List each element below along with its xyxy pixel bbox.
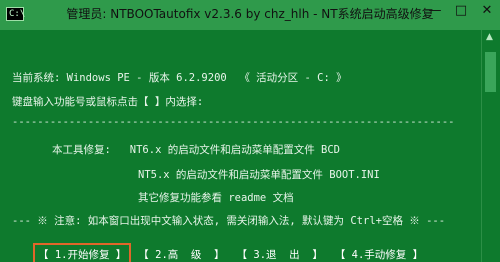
window-controls: — □ ✕	[422, 0, 500, 30]
tool-desc-line-1: 本工具修复: NT6.x 的启动文件和启动菜单配置文件 BCD	[52, 144, 341, 156]
action-menu: 【 1.开始修复 】 【 2.高 级 】 【 3.退 出 】 【 4.手动修复 …	[32, 243, 425, 262]
console-output: 当前系统: Windows PE - 版本 6.2.9200 《 活动分区 - …	[0, 30, 482, 262]
title-bar[interactable]: C:\ 管理员: NTBOOTautofix v2.3.6 by chz_hlh…	[0, 0, 500, 30]
menu-start-repair[interactable]: 【 1.开始修复 】	[32, 243, 132, 262]
tool-desc-line-3: 其它修复功能参看 readme 文档	[138, 192, 294, 204]
close-button[interactable]: ✕	[474, 0, 500, 22]
system-info-line: 当前系统: Windows PE - 版本 6.2.9200 《 活动分区 - …	[12, 72, 347, 84]
notice-line: --- ※ 注意: 如本窗口出现中文输入状态, 需关闭输入法, 默认键为 Ctr…	[12, 215, 446, 227]
console-window: C:\ 管理员: NTBOOTautofix v2.3.6 by chz_hlh…	[0, 0, 500, 262]
maximize-button[interactable]: □	[448, 0, 474, 22]
divider-line: ----------------------------------------…	[12, 116, 455, 128]
menu-manual-repair[interactable]: 【 4.手动修复 】	[333, 246, 425, 262]
menu-advanced[interactable]: 【 2.高 级 】	[136, 246, 226, 262]
tool-desc-line-2: NT5.x 的启动文件和启动菜单配置文件 BOOT.INI	[138, 169, 380, 181]
menu-exit[interactable]: 【 3.退 出 】	[235, 246, 325, 262]
prompt-line: 键盘输入功能号或鼠标点击【 】内选择:	[12, 96, 204, 108]
vertical-scrollbar[interactable]: ▲	[481, 30, 500, 262]
minimize-button[interactable]: —	[422, 0, 448, 22]
scroll-up-icon[interactable]: ▲	[486, 32, 493, 42]
scroll-thumb[interactable]	[485, 52, 496, 92]
